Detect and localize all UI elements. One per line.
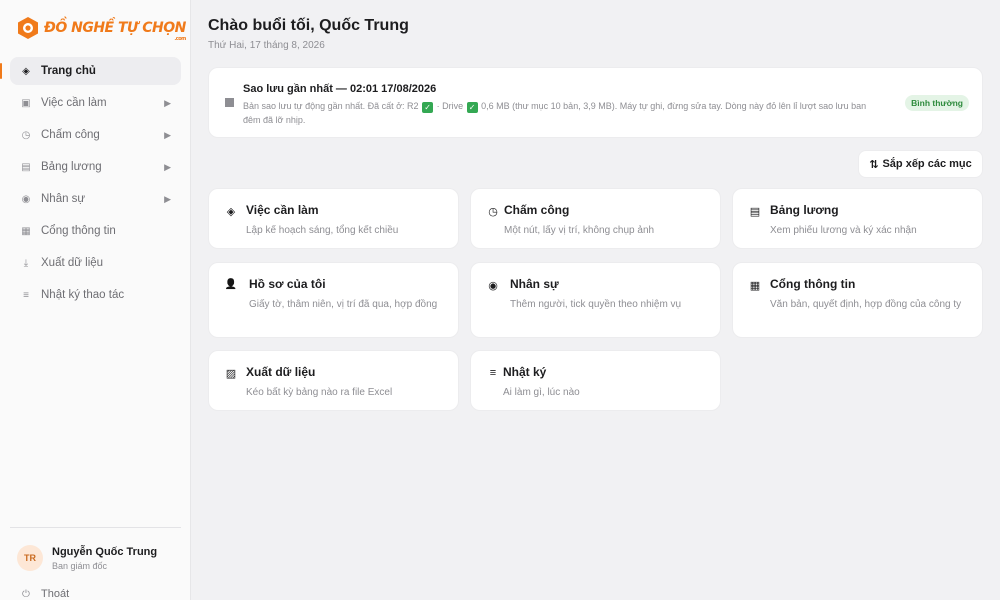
square-icon: ▣ <box>21 97 31 109</box>
download-icon: ⤓ <box>23 257 29 269</box>
sidebar-item-staff[interactable]: ◉ Nhân sự ▶ <box>10 185 181 213</box>
module-card-title: Xuất dữ liệu <box>246 365 316 379</box>
sidebar-item-label: Trang chủ <box>41 65 96 77</box>
sidebar-item-export[interactable]: ⤓ Xuất dữ liệu <box>10 249 181 277</box>
page-title: Chào buổi tối, Quốc Trung <box>208 17 409 34</box>
check-icon: ✓ <box>422 102 434 113</box>
sidebar-item-todo[interactable]: ▣ Việc cần làm ▶ <box>10 89 181 117</box>
sidebar-item-activity-log[interactable]: ≡ Nhật ký thao tác <box>10 281 181 309</box>
sidebar-item-label: Việc cần làm <box>41 97 107 109</box>
module-card-description: Kéo bất kỳ bảng nào ra file Excel <box>246 387 393 398</box>
user-role: Ban giám đốc <box>52 560 108 571</box>
user-info: Nguyễn Quốc Trung Ban giám đốc <box>52 546 157 571</box>
sidebar-divider <box>10 527 181 528</box>
sort-items-button[interactable]: ⇅ Sắp xếp các mục <box>858 150 983 178</box>
block-icon: ▦ <box>749 280 761 292</box>
sidebar-item-label: Nhân sự <box>41 193 86 205</box>
brand-logo[interactable]: ĐỒ NGHỀ TỰ CHỌN .com <box>17 14 186 42</box>
backup-status-card: Sao lưu gần nhất — 02:01 17/08/2026 Bản … <box>208 67 983 138</box>
logout-button[interactable]: ⏻ Thoát <box>20 588 69 600</box>
sort-items-label: Sắp xếp các mục <box>882 158 972 170</box>
module-card-description: Xem phiếu lương và ký xác nhận <box>770 225 917 236</box>
user-profile[interactable]: TR Nguyễn Quốc Trung Ban giám đốc <box>17 545 157 571</box>
module-card-title: Hồ sơ của tôi <box>249 277 326 291</box>
circle-icon: ◉ <box>21 193 31 205</box>
sidebar-nav: ◈ Trang chủ ▣ Việc cần làm ▶ ◷ Chấm công ▶ ▤ Bảng… <box>0 57 181 313</box>
module-card-description: Ai làm gì, lúc nào <box>503 387 580 398</box>
module-card[interactable]: ≡ Nhật ký Ai làm gì, lúc nào <box>470 350 721 411</box>
clock-icon: ◷ <box>488 206 498 218</box>
module-card[interactable]: ▤ Bảng lương Xem phiếu lương và ký xác nhậ… <box>732 188 983 249</box>
clock-icon: ◷ <box>21 129 31 141</box>
backup-title: Sao lưu gần nhất — 02:01 17/08/2026 <box>243 83 437 95</box>
module-card-title: Chấm công <box>504 203 570 217</box>
sidebar-item-portal[interactable]: ▦ Cổng thông tin <box>10 217 181 245</box>
sidebar-item-label: Chấm công <box>41 129 100 141</box>
diamond-icon: ◈ <box>226 206 236 218</box>
chevron-right-icon[interactable]: ▶ <box>164 194 171 205</box>
sidebar: ĐỒ NGHỀ TỰ CHỌN .com ◈ Trang chủ ▣ Việc cần… <box>0 0 191 600</box>
module-card-description: Lập kế hoạch sáng, tổng kết chiều <box>246 225 399 236</box>
status-badge: Bình thường <box>905 95 969 111</box>
sidebar-item-label: Bảng lương <box>41 161 102 173</box>
sidebar-item-label: Cổng thông tin <box>41 225 116 237</box>
module-card-description: Giấy tờ, thâm niên, vị trí đã qua, hợp đ… <box>249 299 438 310</box>
module-card[interactable]: ◷ Chấm công Một nút, lấy vị trí, không chụ… <box>470 188 721 249</box>
list-icon: ≡ <box>489 367 497 379</box>
module-card-description: Một nút, lấy vị trí, không chụp ảnh <box>504 225 655 236</box>
module-card-title: Cổng thông tin <box>770 277 856 291</box>
brand-name: ĐỒ NGHỀ TỰ CHỌN .com <box>44 20 186 42</box>
sidebar-item-home[interactable]: ◈ Trang chủ <box>0 57 181 85</box>
logout-label: Thoát <box>41 588 70 600</box>
sidebar-item-label: Xuất dữ liệu <box>41 257 104 269</box>
module-card-description: Thêm người, tick quyền theo nhiệm vụ <box>510 299 682 310</box>
module-card-title: Nhân sự <box>510 277 559 291</box>
sort-icon: ⇅ <box>869 158 879 171</box>
chevron-right-icon[interactable]: ▶ <box>164 98 171 109</box>
check-icon: ✓ <box>466 102 478 113</box>
logo-icon <box>18 17 38 39</box>
module-card-title: Việc cần làm <box>246 203 319 217</box>
module-card[interactable]: 👤 Hồ sơ của tôi Giấy tờ, thâm niên, vị trí… <box>208 262 459 338</box>
module-card[interactable]: ◈ Việc cần làm Lập kế hoạch sáng, tổng kết… <box>208 188 459 249</box>
sidebar-item-attendance[interactable]: ◷ Chấm công ▶ <box>10 121 181 149</box>
avatar: TR <box>17 545 43 571</box>
grid-icon: ▤ <box>749 206 761 218</box>
diamond-icon: ◈ <box>22 65 30 77</box>
module-card[interactable]: ▨ Xuất dữ liệu Kéo bất kỳ bảng nào ra file… <box>208 350 459 411</box>
list-icon: ≡ <box>23 289 29 301</box>
sidebar-item-label: Nhật ký thao tác <box>41 289 125 301</box>
block-icon: ▦ <box>21 225 31 237</box>
sidebar-item-payroll[interactable]: ▤ Bảng lương ▶ <box>10 153 181 181</box>
brand-suffix: .com <box>174 36 186 42</box>
user-name: Nguyễn Quốc Trung <box>52 545 158 558</box>
module-card-description: Văn bản, quyết định, hợp đồng của công t… <box>770 299 962 310</box>
module-card-title: Bảng lương <box>770 203 839 217</box>
backup-desc-part2: · Drive <box>436 101 464 111</box>
backup-description: Bản sao lưu tự động gần nhất. Đã cất ở: … <box>243 99 883 127</box>
current-date: Thứ Hai, 17 tháng 8, 2026 <box>208 40 325 51</box>
circle-icon: ◉ <box>488 280 498 292</box>
grid-icon: ▤ <box>21 161 31 173</box>
module-card[interactable]: ▦ Cổng thông tin Văn bản, quyết định, hợp … <box>732 262 983 338</box>
module-card-title: Nhật ký <box>503 365 547 379</box>
hatch-icon: ▨ <box>225 368 237 380</box>
power-icon: ⏻ <box>22 588 30 600</box>
person-icon: 👤 <box>224 279 238 290</box>
chevron-right-icon[interactable]: ▶ <box>164 162 171 173</box>
backup-desc-part1: Bản sao lưu tự động gần nhất. Đã cất ở: … <box>243 101 419 111</box>
backup-square-icon <box>225 98 234 107</box>
module-card[interactable]: ◉ Nhân sự Thêm người, tick quyền theo nhiệ… <box>470 262 721 338</box>
chevron-right-icon[interactable]: ▶ <box>164 130 171 141</box>
